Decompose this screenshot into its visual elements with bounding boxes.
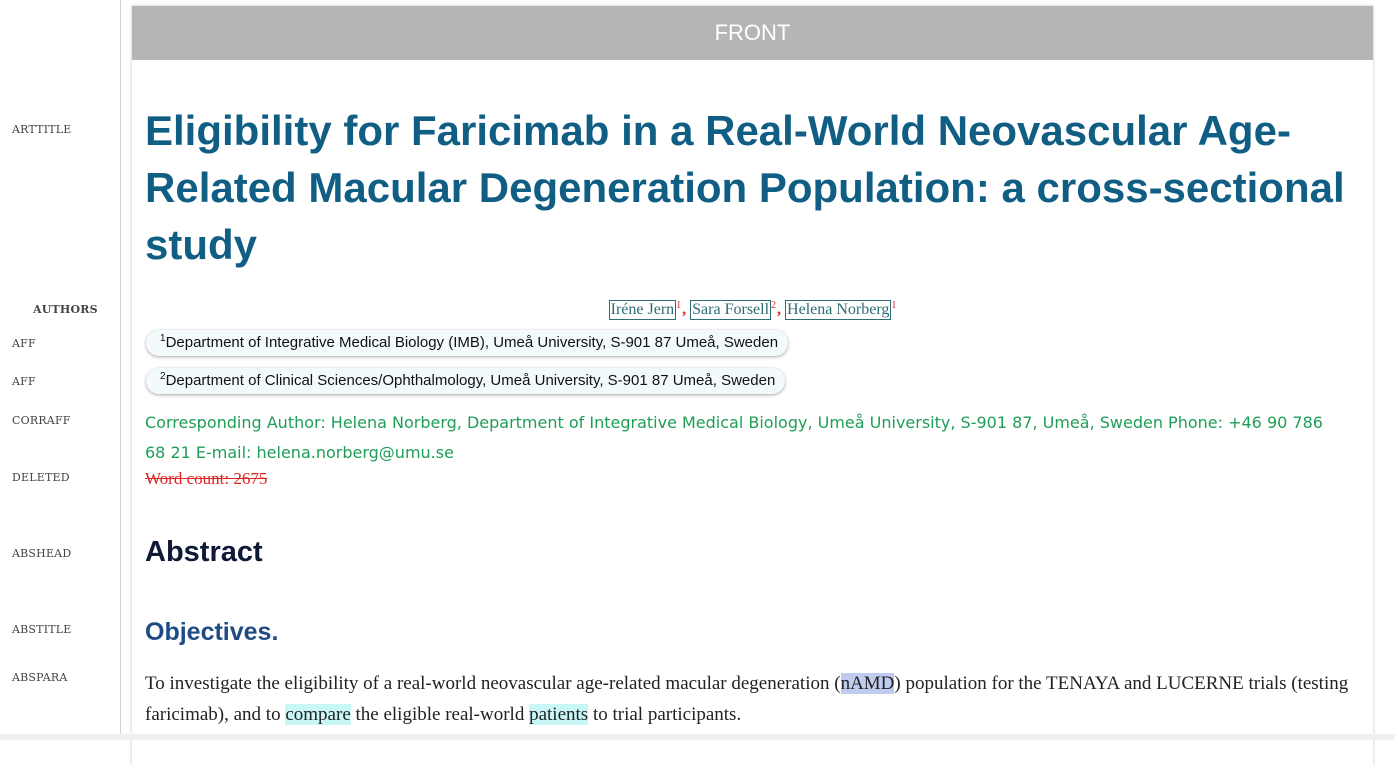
affiliation-1[interactable]: 1Department of Integrative Medical Biolo… [146, 330, 789, 356]
tag-corraff: CORRAFF [12, 414, 71, 427]
tag-deleted: DELETED [12, 471, 70, 484]
paragraph-text: the eligible real-world [350, 704, 530, 725]
abstract-paragraph[interactable]: To investigate the eligibility of a real… [145, 668, 1360, 730]
article-title[interactable]: Eligibility for Faricimab in a Real-Worl… [145, 102, 1355, 273]
author-separator: , [777, 301, 782, 319]
author-name[interactable]: Helena Norberg [785, 300, 892, 321]
front-section-header: FRONT [132, 6, 1373, 60]
tag-gutter: ARTTITLE AUTHORS AFF AFF CORRAFF DELETED… [0, 0, 121, 740]
tag-aff-1: AFF [12, 337, 36, 350]
author-aff-ref: 1 [676, 300, 682, 311]
highlight-word[interactable]: compare [285, 704, 351, 725]
author-aff-ref: 1 [891, 300, 897, 311]
highlight-term[interactable]: nAMD [840, 673, 895, 694]
affiliation-2[interactable]: 2Department of Clinical Sciences/Ophthal… [146, 368, 786, 394]
author-list: Iréne Jern 1, Sara Forsell 2, Helena Norberg… [132, 300, 1373, 321]
abstract-heading[interactable]: Abstract [145, 536, 263, 569]
tag-abspara: ABSPARA [12, 671, 68, 684]
deleted-word-count[interactable]: Word count: 2675 [145, 469, 267, 489]
corresponding-author[interactable]: Corresponding Author: Helena Norberg, De… [145, 408, 1345, 468]
tag-authors: AUTHORS [33, 303, 98, 316]
author-name[interactable]: Sara Forsell [690, 300, 772, 321]
affiliation-text: Department of Integrative Medical Biolog… [165, 334, 779, 351]
tag-abshead: ABSHEAD [12, 547, 72, 560]
author-aff-ref: 2 [771, 300, 777, 311]
author-separator: , [682, 301, 687, 319]
tag-arttitle: ARTTITLE [12, 123, 72, 136]
affiliation-text: Department of Clinical Sciences/Ophthalm… [165, 372, 776, 389]
abstract-subtitle[interactable]: Objectives. [145, 618, 278, 647]
tag-aff-2: AFF [12, 375, 36, 388]
paragraph-text: to trial participants. [588, 704, 742, 725]
document-panel: FRONT Eligibility for Faricimab in a Rea… [132, 6, 1373, 766]
tag-abstitle: ABSTITLE [12, 623, 72, 636]
paragraph-text: To investigate the eligibility of a real… [145, 673, 841, 694]
horizontal-scrollbar[interactable] [0, 734, 1395, 740]
highlight-word[interactable]: patients [529, 704, 589, 725]
author-name[interactable]: Iréne Jern [608, 300, 677, 321]
